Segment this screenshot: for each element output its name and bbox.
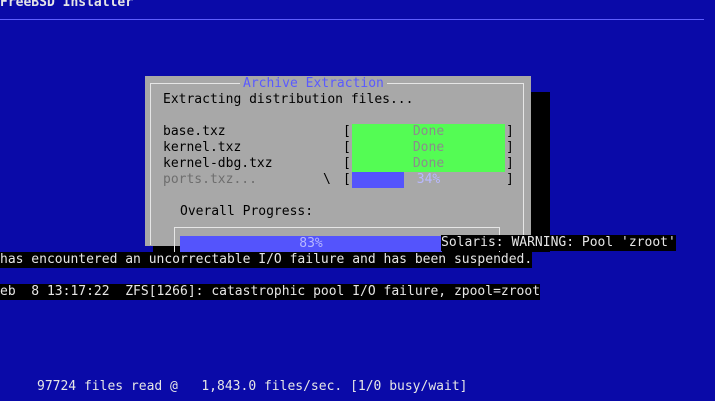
bracket-left: [ — [343, 124, 351, 139]
bracket-right: ] — [506, 156, 514, 171]
console-zfs-line: eb 8 13:17:22 ZFS[1266]: catastrophic po… — [0, 284, 541, 300]
file-name-base: base.txz — [163, 124, 226, 139]
dialog-title: Archive Extraction — [240, 76, 387, 92]
bracket-left: [ — [343, 140, 351, 155]
file-name-ports: ports.txz... — [163, 172, 257, 187]
file-name-kernel: kernel.txz — [163, 140, 242, 155]
bracket-right: ] — [506, 140, 514, 155]
installer-title: FreeBSD Installer — [0, 0, 134, 10]
bracket-right: ] — [506, 172, 514, 187]
progress-percent-ports: 34% — [416, 172, 441, 187]
overall-progress-label: Overall Progress: — [180, 204, 314, 219]
dialog-message: Extracting distribution files... — [163, 92, 414, 107]
extraction-status-line: 97724 files read @ 1,843.0 files/sec. [1… — [37, 379, 468, 394]
bracket-left: [ — [343, 156, 351, 171]
console-suspended-line: has encountered an uncorrectable I/O fai… — [0, 252, 533, 268]
console-warning-line: Solaris: WARNING: Pool 'zroot' — [441, 235, 676, 251]
file-name-kernel-dbg: kernel-dbg.txz — [163, 156, 273, 171]
bracket-left: [ — [343, 172, 351, 187]
overall-progress-bar: 83% — [180, 236, 442, 252]
progress-done-kernel: Done — [352, 140, 505, 156]
title-divider — [0, 19, 704, 20]
progress-done-kernel-dbg: Done — [352, 156, 505, 172]
progress-done-base: Done — [352, 124, 505, 140]
bracket-right: ] — [506, 124, 514, 139]
spinner: \ — [323, 172, 331, 187]
